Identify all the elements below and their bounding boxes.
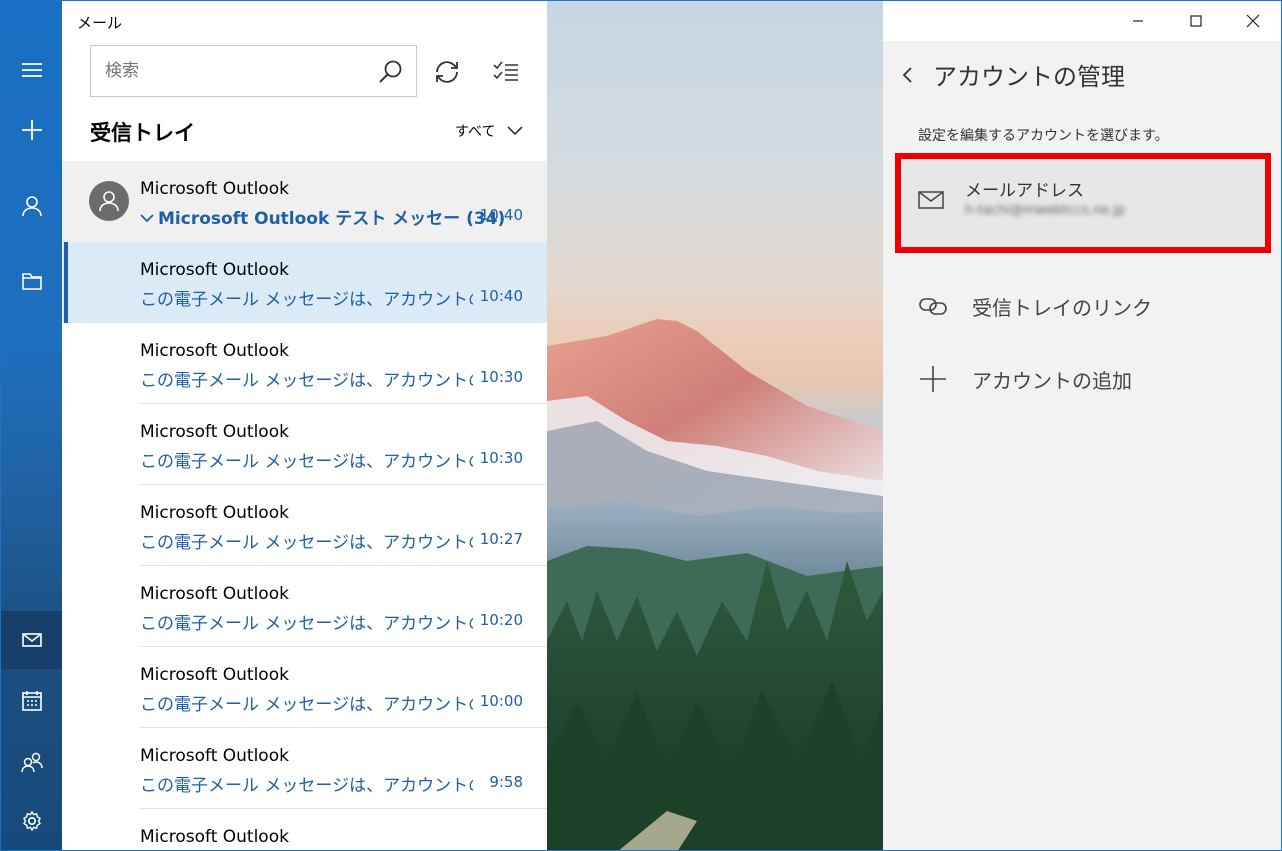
settings-button[interactable] [1,792,62,850]
accounts-button[interactable] [1,177,62,235]
switch-to-mail-button[interactable] [1,611,62,669]
message-time: 10:30 [479,368,523,386]
list-item[interactable]: Microsoft Outlook [62,809,547,850]
conversation-time: 10:40 [479,206,523,224]
hamburger-icon [21,63,42,77]
switch-to-calendar-button[interactable] [1,672,62,730]
background-image [547,1,883,850]
message-preview: この電子メール メッセージは、アカウントの設定の [140,776,473,796]
message-sender: Microsoft Outlook [140,665,289,685]
account-email: h-tachi@mwebtccs.ne.jp [965,203,1126,218]
message-sender: Microsoft Outlook [140,503,289,523]
link-icon [919,298,947,315]
conversation-header[interactable]: Microsoft Outlook Microsoft Outlook テスト … [62,161,547,242]
add-account-button[interactable]: アカウントの追加 [918,364,1132,394]
message-sender: Microsoft Outlook [140,746,289,766]
person-icon [21,196,42,217]
search-input[interactable] [105,60,355,82]
account-entry[interactable]: メールアドレス h-tachi@mwebtccs.ne.jp [895,153,1271,253]
expand-chevron-icon[interactable] [140,214,154,224]
back-icon[interactable] [901,66,915,84]
hamburger-menu-button[interactable] [1,41,62,99]
message-preview: この電子メール メッセージは、アカウントの設定の [140,695,473,715]
link-inboxes-label: 受信トレイのリンク [972,295,1152,320]
list-item[interactable]: Microsoft Outlook この電子メール メッセージは、アカウントの設… [62,566,547,647]
mountain-landscape [547,319,883,850]
mail-icon [21,633,42,647]
message-preview: この電子メール メッセージは、アカウントの設定の [140,452,473,472]
switch-to-people-button[interactable] [1,733,62,791]
mail-app-window: メール 受信トレイ すべて Microsoft Outlook Microsof… [0,0,1282,851]
plus-icon [920,366,946,392]
message-preview: この電子メール メッセージは、アカウントの設定の [140,371,473,391]
filter-label: すべて [455,124,496,140]
folders-button[interactable] [1,252,62,310]
add-account-label: アカウントの追加 [972,368,1132,393]
new-mail-button[interactable] [1,101,62,159]
message-list-pane: メール 受信トレイ すべて Microsoft Outlook Microsof… [62,1,547,850]
message-time: 10:27 [479,530,523,548]
manage-accounts-panel: アカウントの管理 設定を編集するアカウントを選びます。 メールアドレス h-ta… [883,41,1281,850]
message-time: 9:58 [489,773,523,791]
avatar [89,181,129,221]
people-icon [20,752,43,773]
mail-icon [918,191,944,209]
list-item[interactable]: Microsoft Outlook この電子メール メッセージは、アカウントの設… [62,242,547,323]
conversation-subject: Microsoft Outlook テスト メッセー (34) [140,204,505,229]
message-time: 10:30 [479,449,523,467]
app-title: メール [77,14,123,32]
nav-rail [1,1,62,850]
chevron-down-icon [507,126,524,136]
list-item[interactable]: Microsoft Outlook この電子メール メッセージは、アカウントの設… [62,404,547,485]
maximize-icon[interactable] [1184,9,1208,33]
account-label: メールアドレス [965,181,1084,201]
conversation-sender: Microsoft Outlook [140,179,289,199]
search-icon[interactable] [378,59,404,85]
person-icon [99,191,119,212]
message-time: 10:40 [479,287,523,305]
message-preview: この電子メール メッセージは、アカウントの設定の [140,614,473,634]
message-sender: Microsoft Outlook [140,260,289,280]
folder-icon [21,273,42,290]
message-preview: この電子メール メッセージは、アカウントの設定の [140,533,473,553]
message-sender: Microsoft Outlook [140,422,289,442]
folder-title: 受信トレイ [90,121,195,145]
sync-icon[interactable] [433,58,461,86]
message-sender: Microsoft Outlook [140,341,289,361]
list-item[interactable]: Microsoft Outlook この電子メール メッセージは、アカウントの設… [62,323,547,404]
search-box[interactable] [90,45,417,97]
calendar-icon [21,691,42,711]
gear-icon [22,810,41,832]
list-item[interactable]: Microsoft Outlook この電子メール メッセージは、アカウントの設… [62,647,547,728]
panel-header: アカウントの管理 [901,57,1125,92]
plus-icon [21,120,42,140]
list-item[interactable]: Microsoft Outlook この電子メール メッセージは、アカウントの設… [62,485,547,566]
panel-description: 設定を編集するアカウントを選びます。 [918,128,1169,144]
close-icon[interactable] [1241,9,1265,33]
select-icon[interactable] [492,58,520,86]
filter-dropdown[interactable]: すべて [455,121,524,141]
panel-title: アカウントの管理 [933,63,1125,91]
minimize-icon[interactable] [1126,9,1150,33]
message-time: 10:20 [479,611,523,629]
subject-text: Microsoft Outlook テスト メッセー [158,209,461,229]
message-preview: この電子メール メッセージは、アカウントの設定の [140,290,473,310]
message-time: 10:00 [479,692,523,710]
message-sender: Microsoft Outlook [140,584,289,604]
list-item[interactable]: Microsoft Outlook この電子メール メッセージは、アカウントの設… [62,728,547,809]
message-sender: Microsoft Outlook [140,827,289,847]
link-inboxes-button[interactable]: 受信トレイのリンク [918,291,1152,321]
